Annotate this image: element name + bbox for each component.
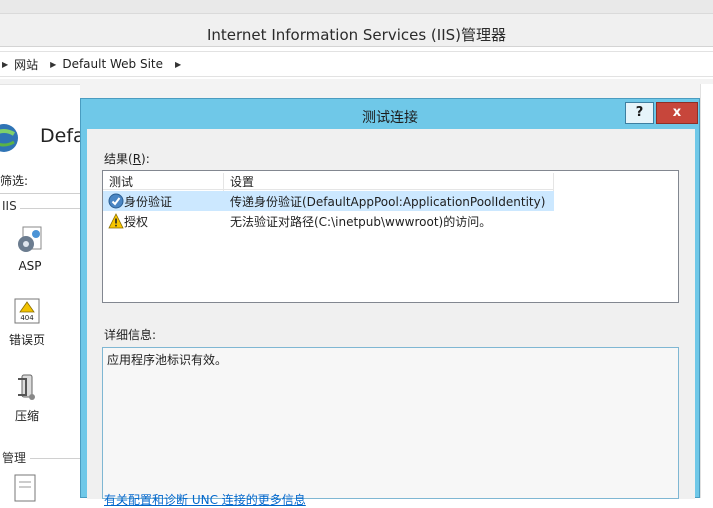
window-title: Internet Information Services (IIS)管理器	[206, 26, 507, 44]
results-list[interactable]: 测试 设置 身份验证 传递身份验证(DefaultAppPool:Applica…	[102, 170, 679, 303]
warning-icon	[108, 213, 124, 229]
actions-panel-edge	[700, 84, 713, 498]
group-header-iis: IIS	[2, 199, 17, 213]
divider	[0, 193, 80, 194]
results-label-access-key: R	[132, 152, 142, 166]
svg-text:404: 404	[20, 314, 34, 322]
row-test-name: 身份验证	[124, 195, 173, 209]
results-label-prefix: 结果(	[104, 152, 133, 166]
results-label: 结果(R):	[104, 150, 150, 167]
breadcrumb-arrow-icon[interactable]: ▶	[175, 60, 181, 69]
column-header-test[interactable]: 测试	[109, 173, 133, 190]
breadcrumb-default-web-site[interactable]: Default Web Site	[62, 57, 163, 71]
column-divider[interactable]	[553, 173, 554, 192]
compression-clamp-icon	[18, 374, 35, 400]
close-button[interactable]: x	[656, 102, 698, 124]
details-label: 详细信息:	[104, 328, 157, 342]
feature-label: ASP	[18, 259, 42, 273]
more-info-link[interactable]: 有关配置和诊断 UNC 连接的更多信息	[104, 491, 306, 508]
error-page-404-icon: 404	[14, 298, 40, 324]
group-header-management: 管理	[2, 451, 27, 465]
document-icon	[14, 474, 36, 502]
details-textbox[interactable]: 应用程序池标识有效。	[102, 347, 679, 499]
breadcrumb-sites[interactable]: 网站	[14, 56, 38, 73]
divider	[20, 208, 80, 209]
results-label-suffix: ):	[141, 152, 150, 166]
dialog-title: 测试连接	[362, 110, 418, 126]
results-header: 测试 设置	[103, 171, 554, 192]
column-header-setting[interactable]: 设置	[230, 173, 254, 190]
feature-label: 错误页	[8, 333, 45, 347]
row-setting: 无法验证对路径(C:\inetpub\wwwroot)的访问。	[230, 215, 492, 229]
feature-error-pages[interactable]: 404 错误页	[0, 297, 57, 348]
test-connection-dialog: 测试连接 ? x 结果(R): 测试 设置 身份验证 传递身份验证(Defaul…	[80, 98, 700, 507]
help-button[interactable]: ?	[625, 102, 654, 124]
feature-compression[interactable]: 压缩	[0, 371, 57, 424]
filter-label: 筛选:	[0, 174, 29, 188]
divider	[30, 458, 80, 459]
row-setting: 传递身份验证(DefaultAppPool:ApplicationPoolIde…	[230, 195, 546, 209]
features-panel: Defa 筛选: IIS ASP 404 错误页 压缩 管理	[0, 84, 80, 502]
globe-icon	[0, 124, 18, 152]
feature-asp[interactable]: ASP	[0, 225, 60, 273]
address-bar[interactable]: ▶ 网站 ▶ Default Web Site ▶	[0, 51, 713, 77]
dialog-content: 结果(R): 测试 设置 身份验证 传递身份验证(DefaultAppPool:…	[87, 129, 695, 507]
window-top-strip	[0, 0, 713, 14]
asp-gear-icon	[18, 226, 42, 252]
column-divider[interactable]	[223, 173, 224, 192]
iis-title-bar: Internet Information Services (IIS)管理器	[0, 0, 713, 47]
breadcrumb-arrow-icon[interactable]: ▶	[50, 60, 56, 69]
table-row[interactable]: 授权 无法验证对路径(C:\inetpub\wwwroot)的访问。	[103, 211, 554, 231]
table-row[interactable]: 身份验证 传递身份验证(DefaultAppPool:ApplicationPo…	[103, 191, 554, 211]
details-text: 应用程序池标识有效。	[107, 353, 228, 367]
feature-label: 压缩	[14, 409, 39, 423]
success-check-icon	[108, 193, 124, 209]
breadcrumb-arrow-icon[interactable]: ▶	[2, 60, 8, 69]
row-test-name: 授权	[124, 215, 149, 229]
page-title: Defa	[40, 125, 80, 147]
